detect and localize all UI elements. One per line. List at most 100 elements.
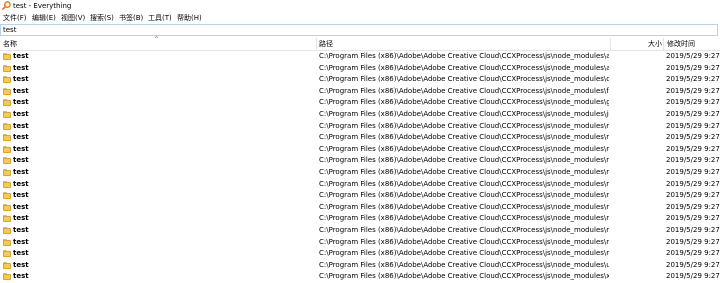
modified-date: 2019/5/29 9:27 [666, 225, 720, 234]
file-name: test [13, 98, 29, 107]
table-row[interactable]: test C:\Program Files (x86)\Adobe\Adobe … [0, 167, 720, 179]
file-path: C:\Program Files (x86)\Adobe\Adobe Creat… [319, 167, 609, 176]
modified-date: 2019/5/29 9:27 [666, 202, 720, 211]
file-path: C:\Program Files (x86)\Adobe\Adobe Creat… [319, 109, 609, 118]
file-name: test [13, 249, 29, 258]
menu-help[interactable]: 帮助(H) [176, 13, 203, 23]
folder-icon [3, 226, 11, 234]
menu-file[interactable]: 文件(F) [2, 13, 28, 23]
folder-icon [3, 87, 11, 95]
table-row[interactable]: test C:\Program Files (x86)\Adobe\Adobe … [0, 132, 720, 144]
file-path: C:\Program Files (x86)\Adobe\Adobe Creat… [319, 237, 609, 246]
table-row[interactable]: test C:\Program Files (x86)\Adobe\Adobe … [0, 86, 720, 98]
modified-date: 2019/5/29 9:27 [666, 86, 720, 95]
file-name: test [13, 167, 29, 176]
table-row[interactable]: test C:\Program Files (x86)\Adobe\Adobe … [0, 97, 720, 109]
column-modified-header[interactable]: 修改时间 [667, 38, 695, 50]
file-path: C:\Program Files (x86)\Adobe\Adobe Creat… [319, 121, 609, 130]
file-path: C:\Program Files (x86)\Adobe\Adobe Creat… [319, 202, 609, 211]
file-name: test [13, 52, 29, 60]
modified-date: 2019/5/29 9:27 [666, 144, 720, 153]
menu-bookmarks[interactable]: 书签(B) [118, 13, 144, 23]
modified-date: 2019/5/29 9:27 [666, 167, 720, 176]
file-path: C:\Program Files (x86)\Adobe\Adobe Creat… [319, 156, 609, 165]
table-row[interactable]: test C:\Program Files (x86)\Adobe\Adobe … [0, 248, 720, 260]
folder-icon [3, 261, 11, 269]
table-row[interactable]: test C:\Program Files (x86)\Adobe\Adobe … [0, 51, 720, 63]
table-row[interactable]: test C:\Program Files (x86)\Adobe\Adobe … [0, 190, 720, 202]
table-row[interactable]: test C:\Program Files (x86)\Adobe\Adobe … [0, 63, 720, 75]
table-row[interactable]: test C:\Program Files (x86)\Adobe\Adobe … [0, 144, 720, 156]
table-row[interactable]: test C:\Program Files (x86)\Adobe\Adobe … [0, 271, 720, 283]
file-path: C:\Program Files (x86)\Adobe\Adobe Creat… [319, 260, 609, 269]
column-name-header[interactable]: 名称 [3, 38, 17, 50]
menu-tools[interactable]: 工具(T) [147, 13, 173, 23]
modified-date: 2019/5/29 9:27 [666, 75, 720, 84]
table-row[interactable]: test C:\Program Files (x86)\Adobe\Adobe … [0, 121, 720, 133]
folder-icon [3, 110, 11, 118]
table-row[interactable]: test C:\Program Files (x86)\Adobe\Adobe … [0, 74, 720, 86]
file-path: C:\Program Files (x86)\Adobe\Adobe Creat… [319, 75, 609, 84]
search-box [0, 24, 718, 36]
window-title: test - Everything [13, 2, 72, 10]
file-name: test [13, 121, 29, 130]
file-name: test [13, 225, 29, 234]
title-bar: test - Everything [0, 0, 720, 12]
file-path: C:\Program Files (x86)\Adobe\Adobe Creat… [319, 214, 609, 223]
table-row[interactable]: test C:\Program Files (x86)\Adobe\Adobe … [0, 109, 720, 121]
column-divider[interactable] [663, 38, 664, 51]
file-name: test [13, 144, 29, 153]
folder-icon [3, 180, 11, 188]
file-name: test [13, 133, 29, 142]
table-row[interactable]: test C:\Program Files (x86)\Adobe\Adobe … [0, 260, 720, 272]
modified-date: 2019/5/29 9:27 [666, 63, 720, 72]
modified-date: 2019/5/29 9:27 [666, 121, 720, 130]
column-size-header[interactable]: 大小 [648, 38, 662, 50]
folder-icon [3, 168, 11, 176]
file-name: test [13, 214, 29, 223]
file-path: C:\Program Files (x86)\Adobe\Adobe Creat… [319, 133, 609, 142]
folder-icon [3, 76, 11, 84]
column-path-header[interactable]: 路径 [319, 38, 333, 50]
file-name: test [13, 202, 29, 211]
modified-date: 2019/5/29 9:27 [666, 214, 720, 223]
table-row[interactable]: test C:\Program Files (x86)\Adobe\Adobe … [0, 213, 720, 225]
file-path: C:\Program Files (x86)\Adobe\Adobe Creat… [319, 52, 609, 60]
column-header: 名称 ^ 路径 大小 修改时间 [0, 36, 720, 51]
menu-view[interactable]: 视图(V) [60, 13, 86, 23]
table-row[interactable]: test C:\Program Files (x86)\Adobe\Adobe … [0, 155, 720, 167]
file-name: test [13, 75, 29, 84]
modified-date: 2019/5/29 9:27 [666, 179, 720, 188]
menu-edit[interactable]: 编辑(E) [31, 13, 57, 23]
modified-date: 2019/5/29 9:27 [666, 260, 720, 269]
table-row[interactable]: test C:\Program Files (x86)\Adobe\Adobe … [0, 225, 720, 237]
file-path: C:\Program Files (x86)\Adobe\Adobe Creat… [319, 86, 609, 95]
file-path: C:\Program Files (x86)\Adobe\Adobe Creat… [319, 144, 609, 153]
file-name: test [13, 191, 29, 200]
modified-date: 2019/5/29 9:27 [666, 98, 720, 107]
folder-icon [3, 99, 11, 107]
modified-date: 2019/5/29 9:27 [666, 52, 720, 60]
search-input[interactable] [3, 25, 703, 35]
menu-search[interactable]: 搜索(S) [89, 13, 115, 23]
folder-icon [3, 122, 11, 130]
file-name: test [13, 260, 29, 269]
file-path: C:\Program Files (x86)\Adobe\Adobe Creat… [319, 249, 609, 258]
table-row[interactable]: test C:\Program Files (x86)\Adobe\Adobe … [0, 202, 720, 214]
magnifier-icon [2, 1, 11, 10]
file-name: test [13, 179, 29, 188]
file-path: C:\Program Files (x86)\Adobe\Adobe Creat… [319, 191, 609, 200]
folder-icon [3, 192, 11, 200]
file-path: C:\Program Files (x86)\Adobe\Adobe Creat… [319, 225, 609, 234]
file-path: C:\Program Files (x86)\Adobe\Adobe Creat… [319, 63, 609, 72]
modified-date: 2019/5/29 9:27 [666, 109, 720, 118]
table-row[interactable]: test C:\Program Files (x86)\Adobe\Adobe … [0, 179, 720, 191]
modified-date: 2019/5/29 9:27 [666, 272, 720, 281]
file-name: test [13, 237, 29, 246]
file-path: C:\Program Files (x86)\Adobe\Adobe Creat… [319, 179, 609, 188]
column-divider[interactable] [610, 38, 611, 51]
table-row[interactable]: test C:\Program Files (x86)\Adobe\Adobe … [0, 237, 720, 249]
file-name: test [13, 272, 29, 281]
folder-icon [3, 157, 11, 165]
column-divider[interactable] [316, 38, 317, 51]
